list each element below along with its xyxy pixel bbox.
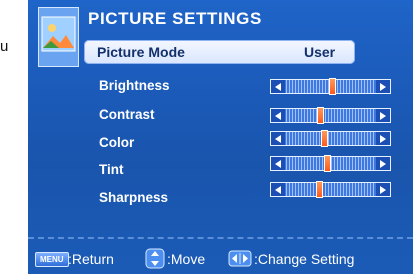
left-right-arrows-icon	[228, 250, 252, 267]
increase-arrow-icon[interactable]	[376, 132, 390, 145]
increase-arrow-icon[interactable]	[376, 183, 390, 196]
footer-hint-bar: MENU :Return :Move :Change Setting	[28, 244, 413, 274]
menu-title: PICTURE SETTINGS	[88, 9, 262, 28]
picture-mode-label: Picture Mode	[97, 44, 185, 60]
decrease-arrow-icon[interactable]	[271, 183, 285, 196]
contrast-slider[interactable]	[270, 107, 391, 124]
tint-label: Tint	[99, 162, 124, 177]
change-setting-hint: :Change Setting	[254, 251, 355, 267]
menu-key-icon: MENU	[35, 252, 69, 267]
decrease-arrow-icon[interactable]	[271, 80, 285, 93]
footer-divider	[28, 237, 413, 239]
decrease-arrow-icon[interactable]	[271, 157, 285, 170]
cropped-text-fragment: u	[0, 38, 9, 55]
color-label: Color	[99, 135, 135, 150]
picture-settings-thumbnail-icon	[38, 7, 79, 67]
brightness-label: Brightness	[99, 78, 170, 93]
decrease-arrow-icon[interactable]	[271, 132, 285, 145]
sharpness-label: Sharpness	[99, 190, 169, 205]
up-down-arrows-icon	[145, 248, 165, 269]
slider-knob[interactable]	[321, 130, 329, 147]
slider-knob[interactable]	[316, 107, 324, 124]
picture-mode-value: User	[304, 44, 336, 60]
slider-knob[interactable]	[316, 181, 324, 198]
tint-slider[interactable]	[270, 155, 391, 172]
increase-arrow-icon[interactable]	[376, 157, 390, 170]
increase-arrow-icon[interactable]	[376, 109, 390, 122]
decrease-arrow-icon[interactable]	[271, 109, 285, 122]
color-slider[interactable]	[270, 130, 391, 147]
move-hint: :Move	[167, 251, 206, 267]
sharpness-slider[interactable]	[270, 181, 391, 198]
slider-knob[interactable]	[328, 78, 336, 95]
return-hint: :Return	[68, 251, 114, 267]
brightness-slider[interactable]	[270, 78, 391, 95]
picture-mode-row[interactable]: Picture Mode User	[84, 40, 355, 64]
slider-knob[interactable]	[323, 155, 331, 172]
increase-arrow-icon[interactable]	[376, 80, 390, 93]
picture-settings-panel: PICTURE SETTINGS Picture Mode User Brigh…	[28, 0, 413, 274]
contrast-label: Contrast	[99, 107, 155, 122]
